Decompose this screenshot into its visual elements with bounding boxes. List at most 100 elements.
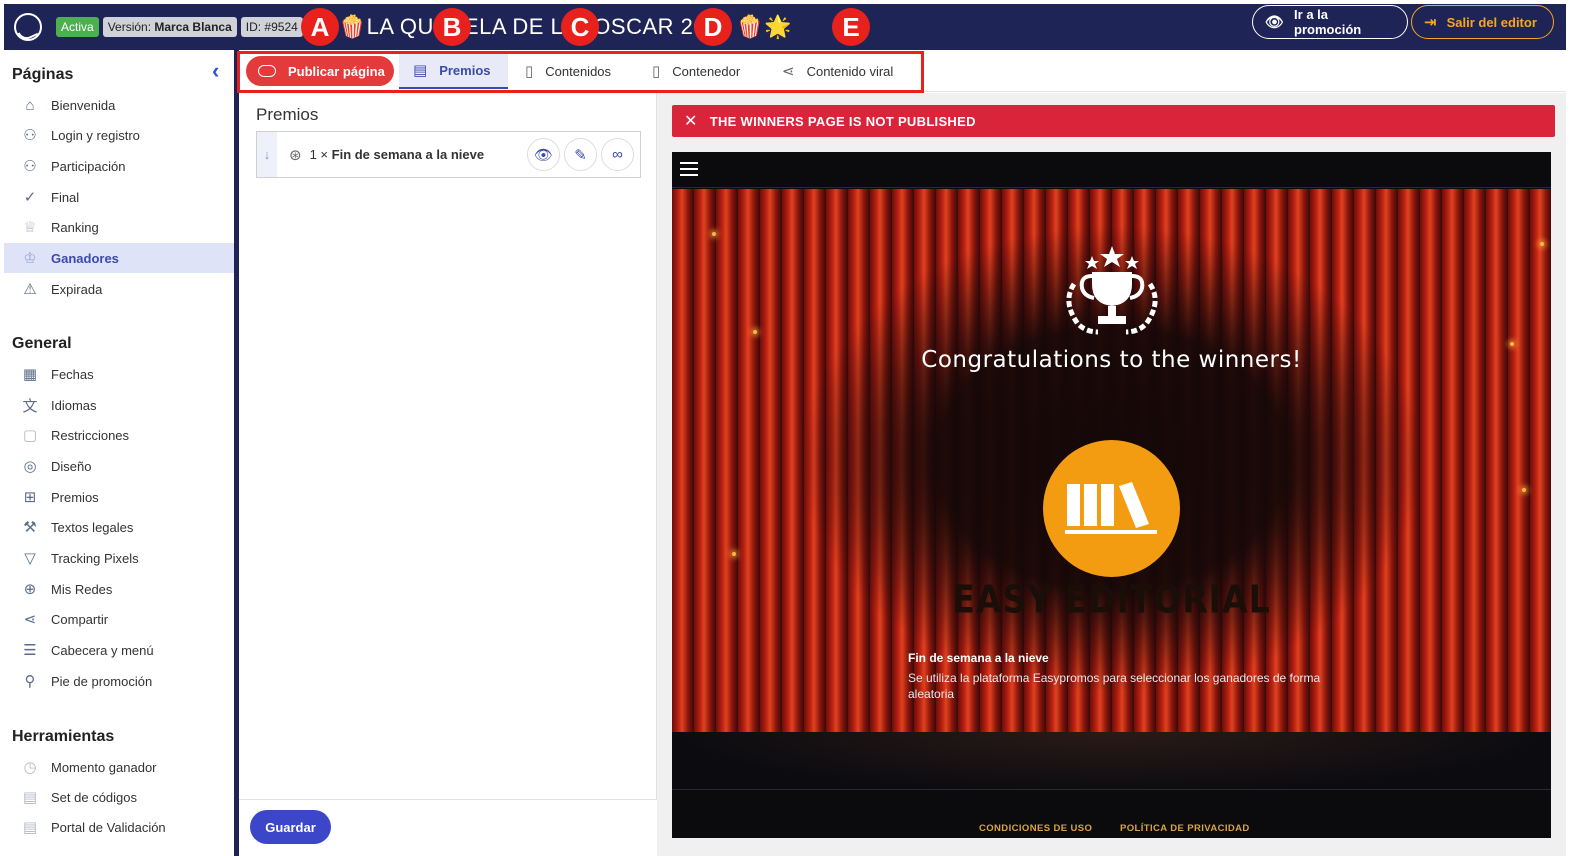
sidebar-item-label: Expirada xyxy=(51,281,103,297)
sidebar-item-label: Restricciones xyxy=(51,427,130,443)
lock-icon: ▢ xyxy=(22,427,38,444)
sidebar-item-label: Diseño xyxy=(51,458,92,474)
sidebar-item-login[interactable]: ⚇ Login y registro xyxy=(4,120,234,150)
version-value: Marca Blanca xyxy=(154,20,232,34)
brand-name: EASY EDITORIAL xyxy=(952,577,1271,622)
codes-icon: ▤ xyxy=(22,789,38,806)
prize-quantity: 1 × xyxy=(309,147,329,162)
hamburger-menu-icon[interactable] xyxy=(680,162,698,176)
exit-icon: ⇥ xyxy=(1424,14,1437,31)
sidebar-item-idiomas[interactable]: 文 Idiomas xyxy=(4,390,234,420)
sidebar-item-label: Final xyxy=(51,189,80,205)
palette-icon: ◎ xyxy=(23,458,37,475)
prize-text: 1 × Fin de semana a la nieve xyxy=(310,147,485,162)
close-icon[interactable]: ✕ xyxy=(684,111,698,131)
menu-icon: ☰ xyxy=(23,642,37,659)
sparkle xyxy=(1522,488,1526,492)
calendar-icon: ▦ xyxy=(22,366,38,383)
share-icon: ⋖ xyxy=(23,611,37,628)
sidebar-item-label: Cabecera y menú xyxy=(51,642,154,658)
sidebar-item-compartir[interactable]: ⋖ Compartir xyxy=(4,604,234,634)
sidebar-item-label: Set de códigos xyxy=(51,789,138,805)
sidebar-item-tracking-pixels[interactable]: ▽ Tracking Pixels xyxy=(4,543,234,573)
privacy-link[interactable]: POLÍTICA DE PRIVACIDAD xyxy=(1120,823,1250,834)
funnel-icon: ▽ xyxy=(24,550,36,567)
exit-editor-label: Salir del editor xyxy=(1446,14,1537,30)
sidebar-item-fechas[interactable]: ▦ Fechas xyxy=(4,359,234,389)
callout-marker-d: D xyxy=(694,8,732,46)
sidebar-item-label: Momento ganador xyxy=(51,759,157,775)
sidebar-item-label: Compartir xyxy=(51,611,109,627)
sidebar-section-general: General xyxy=(12,335,72,352)
id-badge: ID: #9524 xyxy=(240,17,303,37)
version-prefix: Versión: xyxy=(107,20,152,34)
user-login-icon: ⚇ xyxy=(23,127,37,144)
callout-marker-c: C xyxy=(561,8,599,46)
sidebar-item-label: Mis Redes xyxy=(51,581,113,597)
drag-handle-icon[interactable]: ↓ xyxy=(257,132,277,177)
sidebar-item-label: Bienvenida xyxy=(51,97,116,113)
sidebar-item-restricciones[interactable]: ▢ Restricciones xyxy=(4,420,234,450)
preview-header xyxy=(672,152,1551,188)
callout-marker-b: B xyxy=(433,8,471,46)
sidebar-item-momento-ganador[interactable]: ◷ Momento ganador xyxy=(4,752,234,782)
sparkle xyxy=(1510,342,1514,346)
sidebar-section-pages: Páginas xyxy=(12,66,74,83)
alert-text: THE WINNERS PAGE IS NOT PUBLISHED xyxy=(709,113,976,129)
sidebar-item-set-codigos[interactable]: ▤ Set de códigos xyxy=(4,782,234,812)
sidebar-item-portal-validacion[interactable]: ▤ Portal de Validación xyxy=(4,812,234,842)
sparkle xyxy=(732,552,736,556)
sidebar-item-label: Fechas xyxy=(51,366,94,382)
prize-item[interactable]: ↓ ⊛ 1 × Fin de semana a la nieve 👁 ✎ ∞ xyxy=(256,131,641,178)
preview-footer: CONDICIONES DE USO POLÍTICA DE PRIVACIDA… xyxy=(672,789,1551,838)
promo-title-part: OSCAR 20 xyxy=(593,14,707,39)
brand-logo xyxy=(1043,440,1180,577)
sidebar-item-diseno[interactable]: ◎ Diseño xyxy=(4,451,234,481)
collapse-sidebar-icon[interactable]: ‹ xyxy=(212,58,219,84)
sidebar-section-tools: Herramientas xyxy=(12,728,115,745)
user-participation-icon: ⚇ xyxy=(23,158,37,175)
sidebar-item-label: Premios xyxy=(51,489,99,505)
home-icon: ⌂ xyxy=(25,96,35,114)
sidebar-item-expirada[interactable]: ⚠ Expirada xyxy=(4,274,234,304)
translate-icon: 文 xyxy=(22,397,38,415)
sidebar-item-ranking[interactable]: ♕ Ranking xyxy=(4,212,234,242)
save-button[interactable]: Guardar xyxy=(250,810,331,844)
books-icon xyxy=(1065,482,1157,534)
promo-title-part: ELA DE L xyxy=(463,14,564,39)
sparkle xyxy=(753,330,757,334)
view-prize-eye-icon[interactable]: 👁 xyxy=(527,138,560,171)
stage-floor xyxy=(672,732,1551,792)
warning-icon: ⚠ xyxy=(23,281,37,298)
edit-prize-pencil-icon[interactable]: ✎ xyxy=(564,138,597,171)
winner-description: Se utiliza la plataforma Easypromos para… xyxy=(908,671,1321,701)
link-prize-icon[interactable]: ∞ xyxy=(601,138,634,171)
sidebar-item-final[interactable]: ✓ Final xyxy=(4,182,234,212)
sidebar-item-label: Textos legales xyxy=(51,519,134,535)
prize-icon: ⊛ xyxy=(289,146,302,164)
goto-promotion-label: Ir a la promoción xyxy=(1294,7,1362,37)
highlight-frame xyxy=(237,51,924,93)
footer-icon: ⚲ xyxy=(24,673,36,690)
gavel-icon: ⚒ xyxy=(23,519,37,536)
status-badge: Activa xyxy=(56,17,99,37)
sparkle xyxy=(712,232,716,236)
gift-icon: ⊞ xyxy=(23,489,37,506)
sidebar-item-cabecera[interactable]: ☰ Cabecera y menú xyxy=(4,635,234,665)
portal-icon: ▤ xyxy=(22,819,38,836)
promo-title-part: 🍿🌟 xyxy=(736,14,792,39)
goto-promotion-button[interactable]: 👁 Ir a la promoción xyxy=(1252,5,1408,39)
prize-name: Fin de semana a la nieve xyxy=(331,147,485,162)
sidebar-item-participacion[interactable]: ⚇ Participación xyxy=(4,151,234,181)
terms-link[interactable]: CONDICIONES DE USO xyxy=(979,823,1092,834)
sidebar-item-ganadores[interactable]: ♔ Ganadores xyxy=(4,243,234,273)
sidebar-item-textos-legales[interactable]: ⚒ Textos legales xyxy=(4,512,234,542)
sidebar-item-premios[interactable]: ⊞ Premios xyxy=(4,482,234,512)
unpublished-alert: ✕ THE WINNERS PAGE IS NOT PUBLISHED xyxy=(672,105,1555,137)
app-logo-icon[interactable] xyxy=(14,13,42,41)
sidebar-item-mis-redes[interactable]: ⊕ Mis Redes xyxy=(4,574,234,604)
sidebar-item-pie-promocion[interactable]: ⚲ Pie de promoción xyxy=(4,666,234,696)
sidebar-item-label: Participación xyxy=(51,158,126,174)
sidebar-item-bienvenida[interactable]: ⌂ Bienvenida xyxy=(4,90,234,120)
exit-editor-button[interactable]: ⇥ Salir del editor xyxy=(1411,5,1554,39)
